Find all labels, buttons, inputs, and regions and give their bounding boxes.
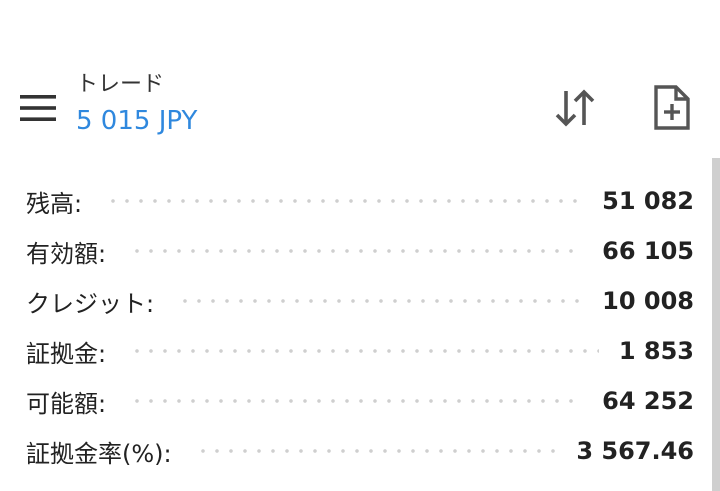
dotted-leader [195, 446, 557, 456]
row-label: 残高: [26, 189, 83, 218]
row-value: 64 252 [602, 387, 694, 415]
dotted-leader [130, 346, 599, 356]
row-label: 可能額: [26, 389, 107, 418]
dotted-leader [130, 396, 583, 406]
new-order-button[interactable] [646, 82, 698, 134]
menu-button[interactable] [14, 86, 62, 130]
row-value: 3 567.46 [576, 437, 694, 465]
account-row-credit: クレジット: 10 008 [26, 276, 694, 326]
sort-button[interactable] [548, 84, 602, 132]
scrollbar[interactable] [712, 158, 720, 491]
trade-screen: トレード 5 015 JPY 残高: 51 082 有効額: 66 105 クレ… [0, 0, 720, 491]
account-row-free-margin: 可能額: 64 252 [26, 376, 694, 426]
account-row-balance: 残高: 51 082 [26, 176, 694, 226]
row-value: 10 008 [602, 287, 694, 315]
account-row-margin-level: 証拠金率(%): 3 567.46 [26, 426, 694, 476]
title-block: トレード 5 015 JPY [76, 70, 197, 138]
account-row-margin: 証拠金: 1 853 [26, 326, 694, 376]
deposit-amount: 5 015 JPY [76, 106, 198, 136]
new-document-icon [654, 85, 690, 130]
dotted-leader [130, 246, 583, 256]
row-label: クレジット: [26, 289, 155, 318]
row-value: 66 105 [602, 237, 694, 265]
row-label: 有効額: [26, 239, 107, 268]
top-app-bar: トレード 5 015 JPY [0, 64, 720, 154]
dotted-leader [178, 296, 583, 306]
row-value: 51 082 [602, 187, 694, 215]
page-title: トレード [76, 72, 165, 97]
dotted-leader [106, 196, 583, 206]
row-label: 証拠金: [26, 339, 107, 368]
account-row-equity: 有効額: 66 105 [26, 226, 694, 276]
row-value: 1 853 [618, 337, 694, 365]
account-summary-list: 残高: 51 082 有効額: 66 105 クレジット: 10 008 証拠金… [26, 176, 694, 476]
sort-arrows-icon [555, 89, 595, 127]
hamburger-menu-icon [20, 95, 56, 121]
row-label: 証拠金率(%): [26, 439, 172, 468]
